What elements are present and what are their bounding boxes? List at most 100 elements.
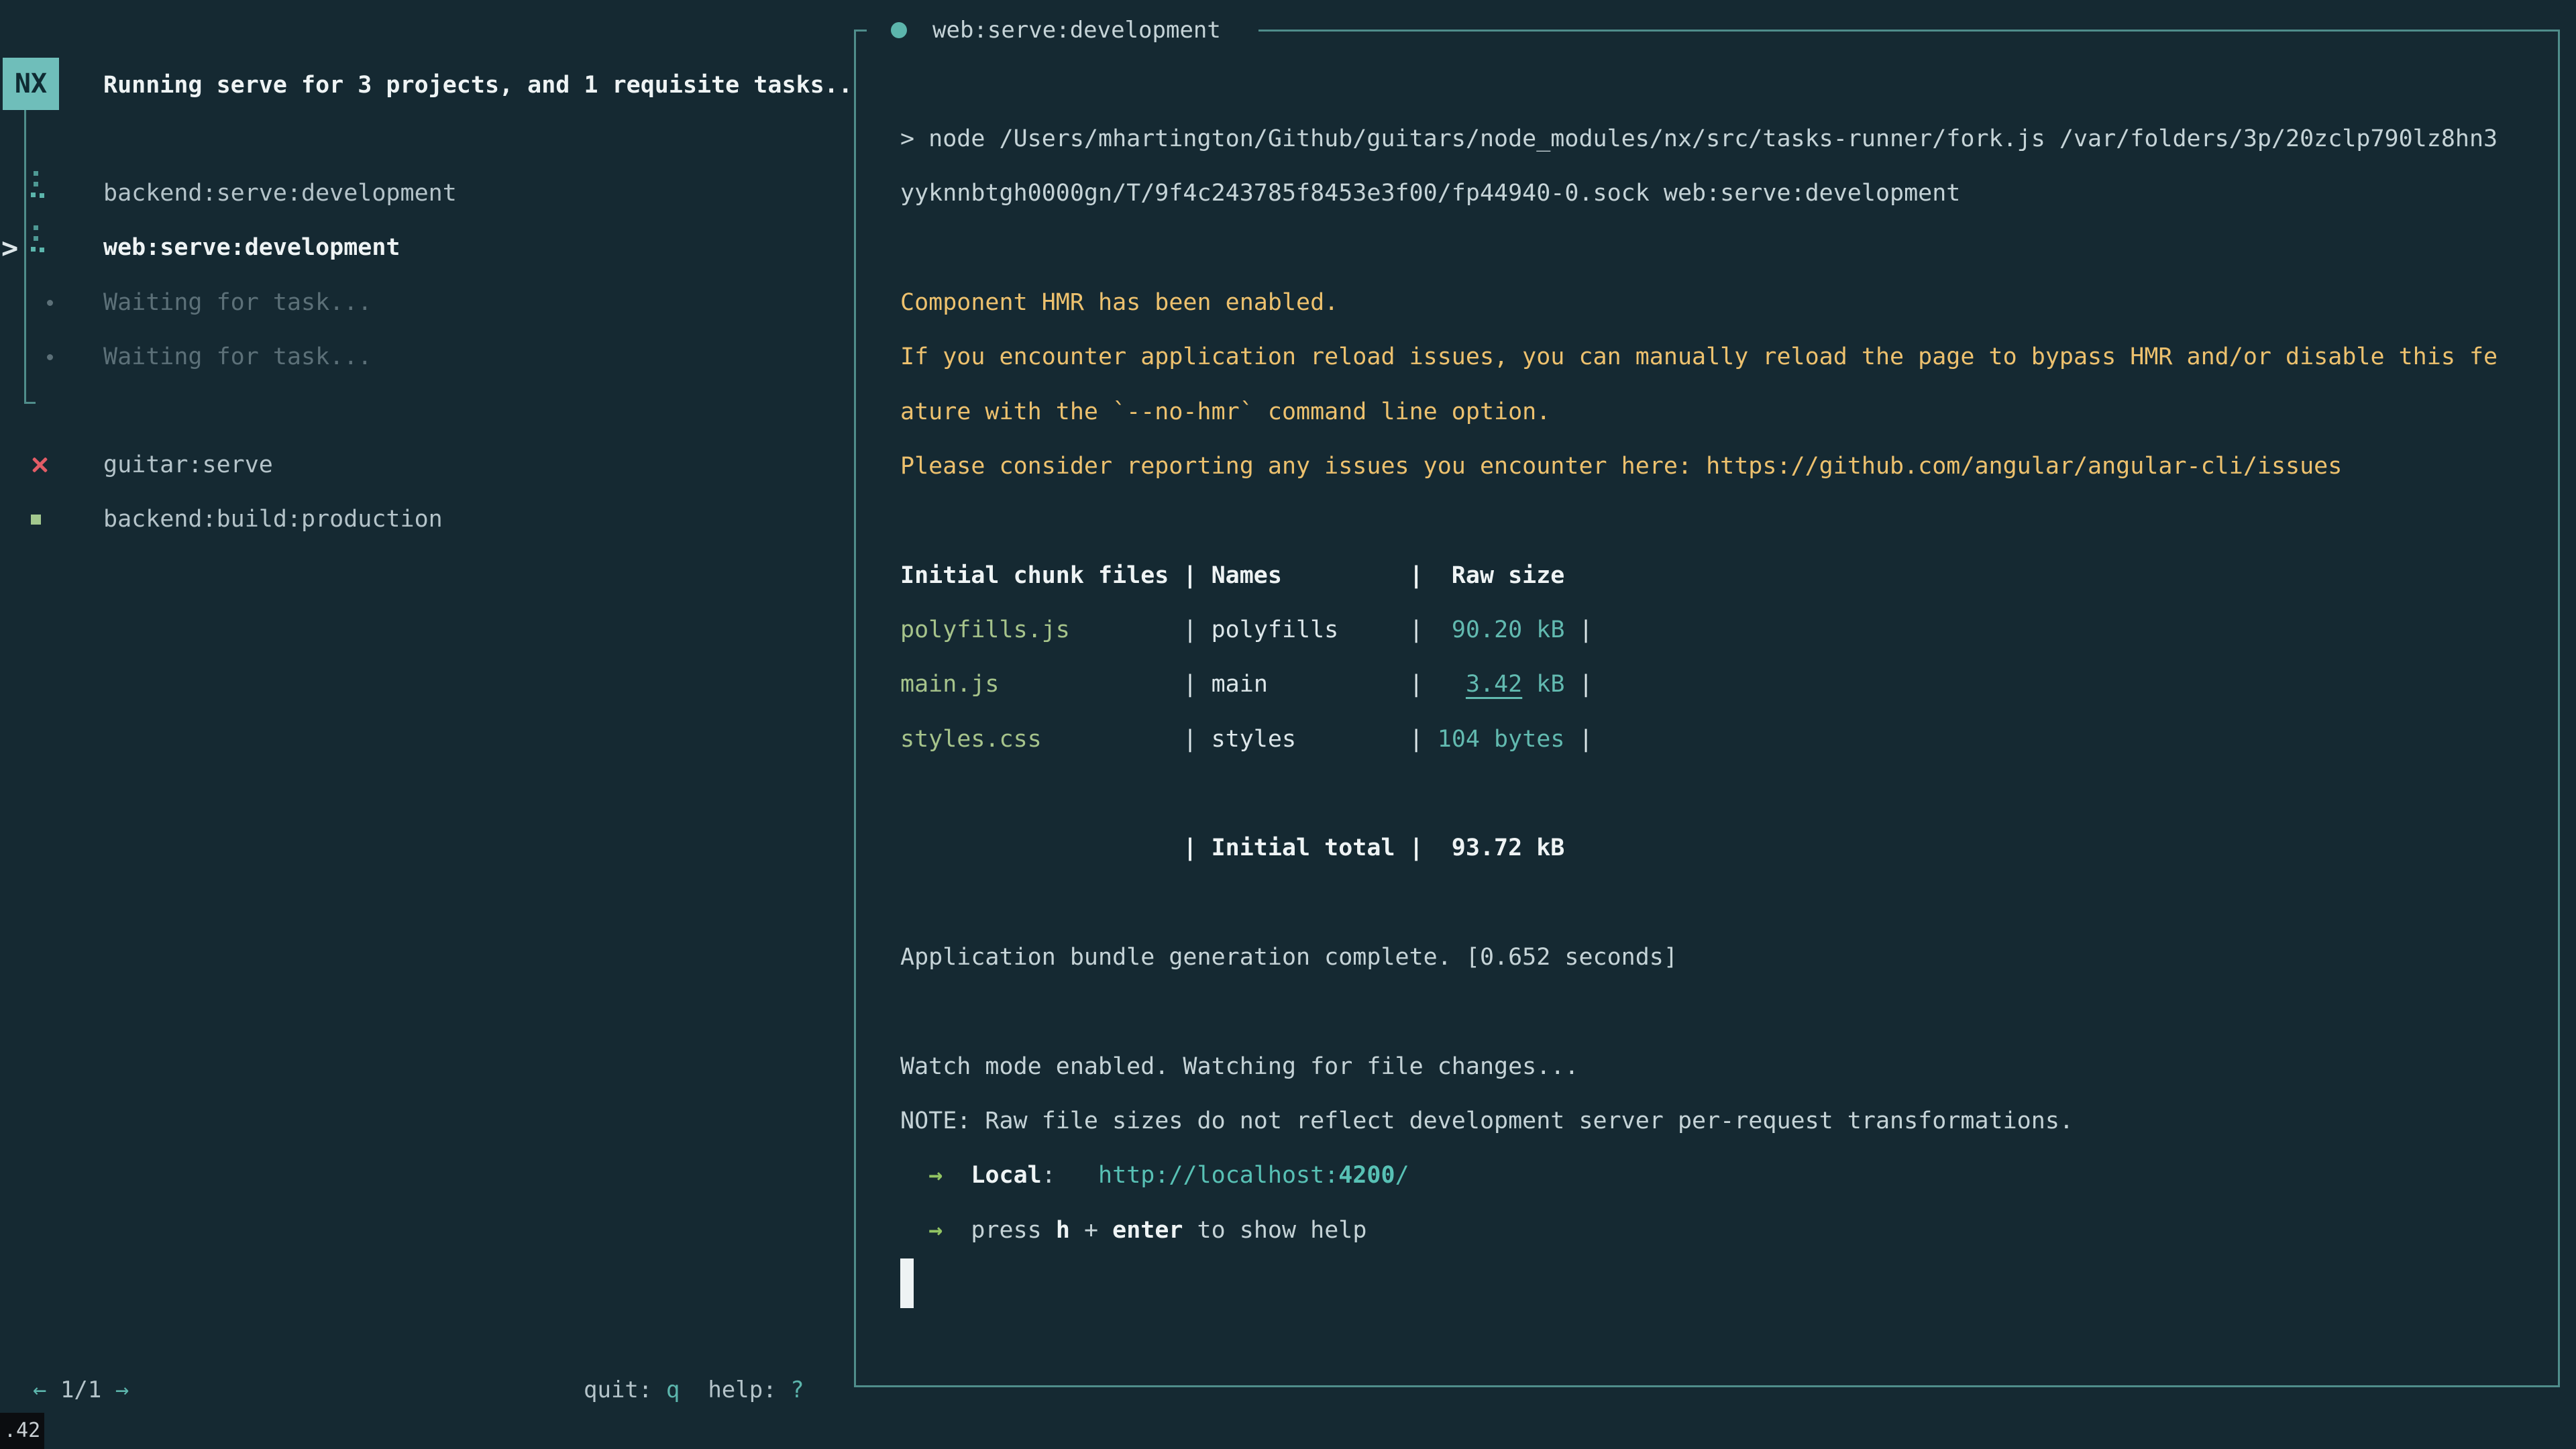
terminal-text xyxy=(943,1162,971,1189)
nx-logo-badge: NX xyxy=(3,58,59,110)
terminal-line: Please consider reporting any issues you… xyxy=(900,439,2498,494)
terminal-text: Initial chunk files | Names | Raw size xyxy=(900,562,1564,589)
waiting-dot-icon xyxy=(47,354,53,360)
success-square-icon xyxy=(31,515,41,525)
task-label: backend:build:production xyxy=(103,492,839,547)
terminal-line: main.js | main | 3.42 kB | xyxy=(900,657,2498,712)
terminal-text xyxy=(1056,1162,1098,1189)
terminal-line: yyknnbtgh0000gn/T/9f4c243785f8453e3f00/f… xyxy=(900,166,2498,221)
terminal-text: Please consider reporting any issues you… xyxy=(900,453,2342,480)
terminal-text: | xyxy=(1183,616,1211,643)
terminal-text: | xyxy=(1183,726,1211,753)
terminal-text: main xyxy=(1212,671,1409,698)
keyboard-hints: quit: qhelp: ? xyxy=(584,1368,804,1411)
terminal-line: → Local: http://localhost:4200/ xyxy=(900,1148,2498,1203)
terminal-output: > node /Users/mhartington/Github/guitars… xyxy=(900,112,2498,1312)
task-row[interactable]: guitar:serve xyxy=(0,438,839,492)
terminal-text: main.js xyxy=(900,671,1000,698)
terminal-line: NOTE: Raw file sizes do not reflect deve… xyxy=(900,1094,2498,1148)
task-label: Waiting for task... xyxy=(103,276,839,330)
terminal-line xyxy=(900,876,2498,930)
terminal-line: Initial chunk files | Names | Raw size xyxy=(900,549,2498,603)
terminal-text: → xyxy=(928,1162,943,1189)
terminal-text xyxy=(1000,671,1183,698)
terminal-text xyxy=(1070,616,1183,643)
failed-x-icon xyxy=(30,455,50,475)
other-task-group: guitar:servebackend:build:production xyxy=(0,438,839,547)
terminal-text: | xyxy=(1409,616,1438,643)
terminal-line: Application bundle generation complete. … xyxy=(900,930,2498,985)
task-row[interactable]: backend:serve:development xyxy=(0,166,839,221)
terminal-text: yyknnbtgh0000gn/T/9f4c243785f8453e3f00/f… xyxy=(900,180,1960,207)
spinner-icon xyxy=(31,171,48,203)
terminal-line: If you encounter application reload issu… xyxy=(900,330,2498,384)
terminal-text xyxy=(900,835,1183,861)
task-row[interactable]: backend:build:production xyxy=(0,492,839,547)
terminal-text xyxy=(900,1162,928,1189)
terminal-line xyxy=(900,767,2498,821)
waiting-dot-icon xyxy=(47,300,53,306)
task-label: Waiting for task... xyxy=(103,330,839,384)
terminal-text: | xyxy=(1564,726,1593,753)
task-label: backend:serve:development xyxy=(103,166,839,221)
task-group-connector-corner xyxy=(24,402,36,404)
panel-title: web:serve:development xyxy=(932,12,1221,48)
terminal-line xyxy=(900,221,2498,276)
terminal-text: polyfills.js xyxy=(900,616,1070,643)
terminal-line: | Initial total | 93.72 kB xyxy=(900,821,2498,875)
terminal-text: + xyxy=(1070,1217,1112,1244)
task-pager: ← 1/1 → xyxy=(33,1368,129,1411)
running-tasks-title: Running serve for 3 projects, and 1 requ… xyxy=(103,59,853,111)
terminal-text: kB xyxy=(1522,671,1564,698)
terminal-line: polyfills.js | polyfills | 90.20 kB | xyxy=(900,603,2498,657)
terminal-text: : xyxy=(1042,1162,1056,1189)
help-hint-label: help: xyxy=(708,1377,790,1403)
terminal-line: Watch mode enabled. Watching for file ch… xyxy=(900,1040,2498,1094)
terminal-line: → press h + enter to show help xyxy=(900,1203,2498,1258)
terminal-text xyxy=(1042,726,1183,753)
spinner-icon xyxy=(31,225,48,258)
terminal-text: enter xyxy=(1112,1217,1183,1244)
terminal-text: ature with the `--no-hmr` command line o… xyxy=(900,398,1550,425)
terminal-text: Local xyxy=(971,1162,1041,1189)
terminal-line xyxy=(900,1258,2498,1312)
terminal-text: h xyxy=(1056,1217,1070,1244)
task-row[interactable]: >web:serve:development xyxy=(0,221,839,275)
terminal-cursor xyxy=(900,1258,914,1308)
local-url-link[interactable]: / xyxy=(1395,1162,1409,1189)
terminal-text: NOTE: Raw file sizes do not reflect deve… xyxy=(900,1108,2074,1134)
terminal-text: styles xyxy=(1212,726,1409,753)
terminal-line: styles.css | styles | 104 bytes | xyxy=(900,712,2498,767)
terminal-text: polyfills xyxy=(1212,616,1409,643)
terminal-text: 90.20 kB xyxy=(1438,616,1565,643)
task-row[interactable]: Waiting for task... xyxy=(0,276,839,330)
terminal-text xyxy=(900,1217,928,1244)
selected-task-arrow-icon: > xyxy=(1,221,18,275)
status-dot-icon xyxy=(891,22,907,38)
nx-tui-screen: NX Running serve for 3 projects, and 1 r… xyxy=(0,0,2576,1449)
terminal-line: ature with the `--no-hmr` command line o… xyxy=(900,385,2498,439)
terminal-text: If you encounter application reload issu… xyxy=(900,343,2498,370)
pager-right-arrow-icon[interactable]: → xyxy=(115,1377,129,1403)
task-label: guitar:serve xyxy=(103,438,839,492)
task-row[interactable]: Waiting for task... xyxy=(0,330,839,384)
terminal-text: → xyxy=(928,1217,943,1244)
terminal-text: Watch mode enabled. Watching for file ch… xyxy=(900,1053,1578,1080)
serve-task-group: backend:serve:development>web:serve:deve… xyxy=(0,166,839,384)
pager-label: 1/1 xyxy=(46,1377,115,1403)
local-url-link[interactable]: 4200 xyxy=(1338,1162,1395,1189)
terminal-line: > node /Users/mhartington/Github/guitars… xyxy=(900,112,2498,166)
terminal-text xyxy=(1438,671,1466,698)
terminal-line xyxy=(900,494,2498,548)
terminal-text: styles.css xyxy=(900,726,1042,753)
terminal-text xyxy=(943,1217,971,1244)
terminal-text: 3.42 xyxy=(1466,671,1522,698)
terminal-text: 104 bytes xyxy=(1438,726,1565,753)
local-url-link[interactable]: http://localhost: xyxy=(1098,1162,1338,1189)
pager-left-arrow-icon[interactable]: ← xyxy=(33,1377,46,1403)
terminal-text: > node /Users/mhartington/Github/guitars… xyxy=(900,125,2498,152)
terminal-text: to show help xyxy=(1183,1217,1366,1244)
terminal-text: press xyxy=(971,1217,1055,1244)
terminal-text: | Initial total | 93.72 kB xyxy=(1183,835,1564,861)
terminal-text: Component HMR has been enabled. xyxy=(900,289,1338,316)
